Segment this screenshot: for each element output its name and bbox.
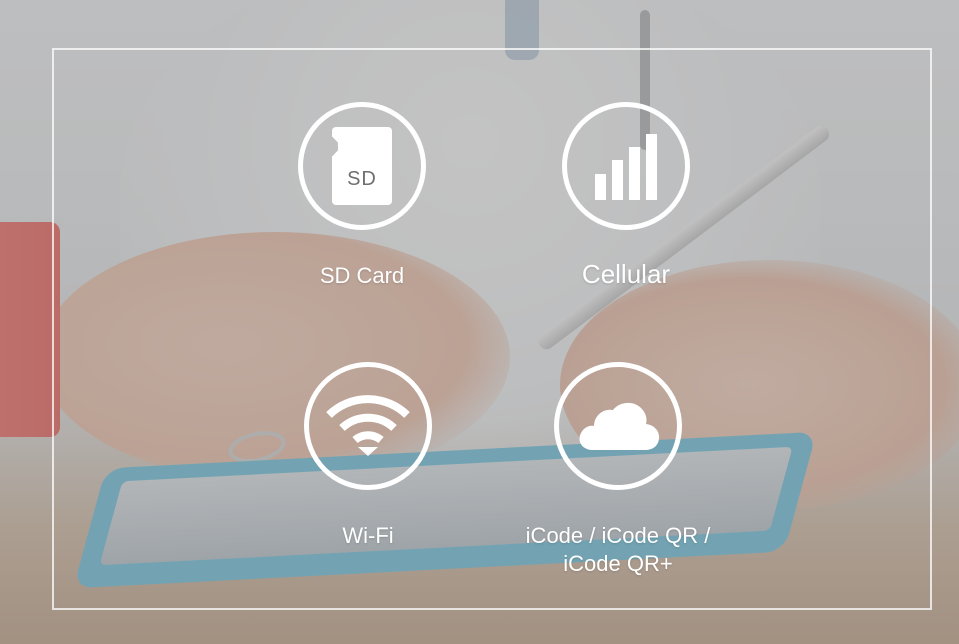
sd-card-circle: SD [298, 102, 426, 230]
feature-cellular: Cellular [496, 102, 756, 302]
sd-card-icon: SD [332, 127, 392, 205]
feature-sd-card: SD SD Card [232, 102, 492, 302]
cellular-circle [562, 102, 690, 230]
sd-card-label: SD Card [319, 263, 405, 288]
wifi-circle [304, 362, 432, 490]
wifi-icon [326, 395, 410, 456]
cellular-label: Cellular [581, 259, 671, 289]
icode-circle [554, 362, 682, 490]
cloud-icon [579, 402, 660, 450]
signal-bars-icon [595, 134, 657, 200]
feature-wifi: Wi-Fi [238, 362, 498, 562]
icode-label-line1: iCode / iCode QR / [525, 523, 711, 548]
sd-card-icon-text: SD [347, 168, 377, 190]
wifi-label: Wi-Fi [342, 523, 394, 548]
icode-label-line2: iCode QR+ [563, 551, 673, 576]
feature-icode: iCode / iCode QR / iCode QR+ [488, 362, 748, 582]
